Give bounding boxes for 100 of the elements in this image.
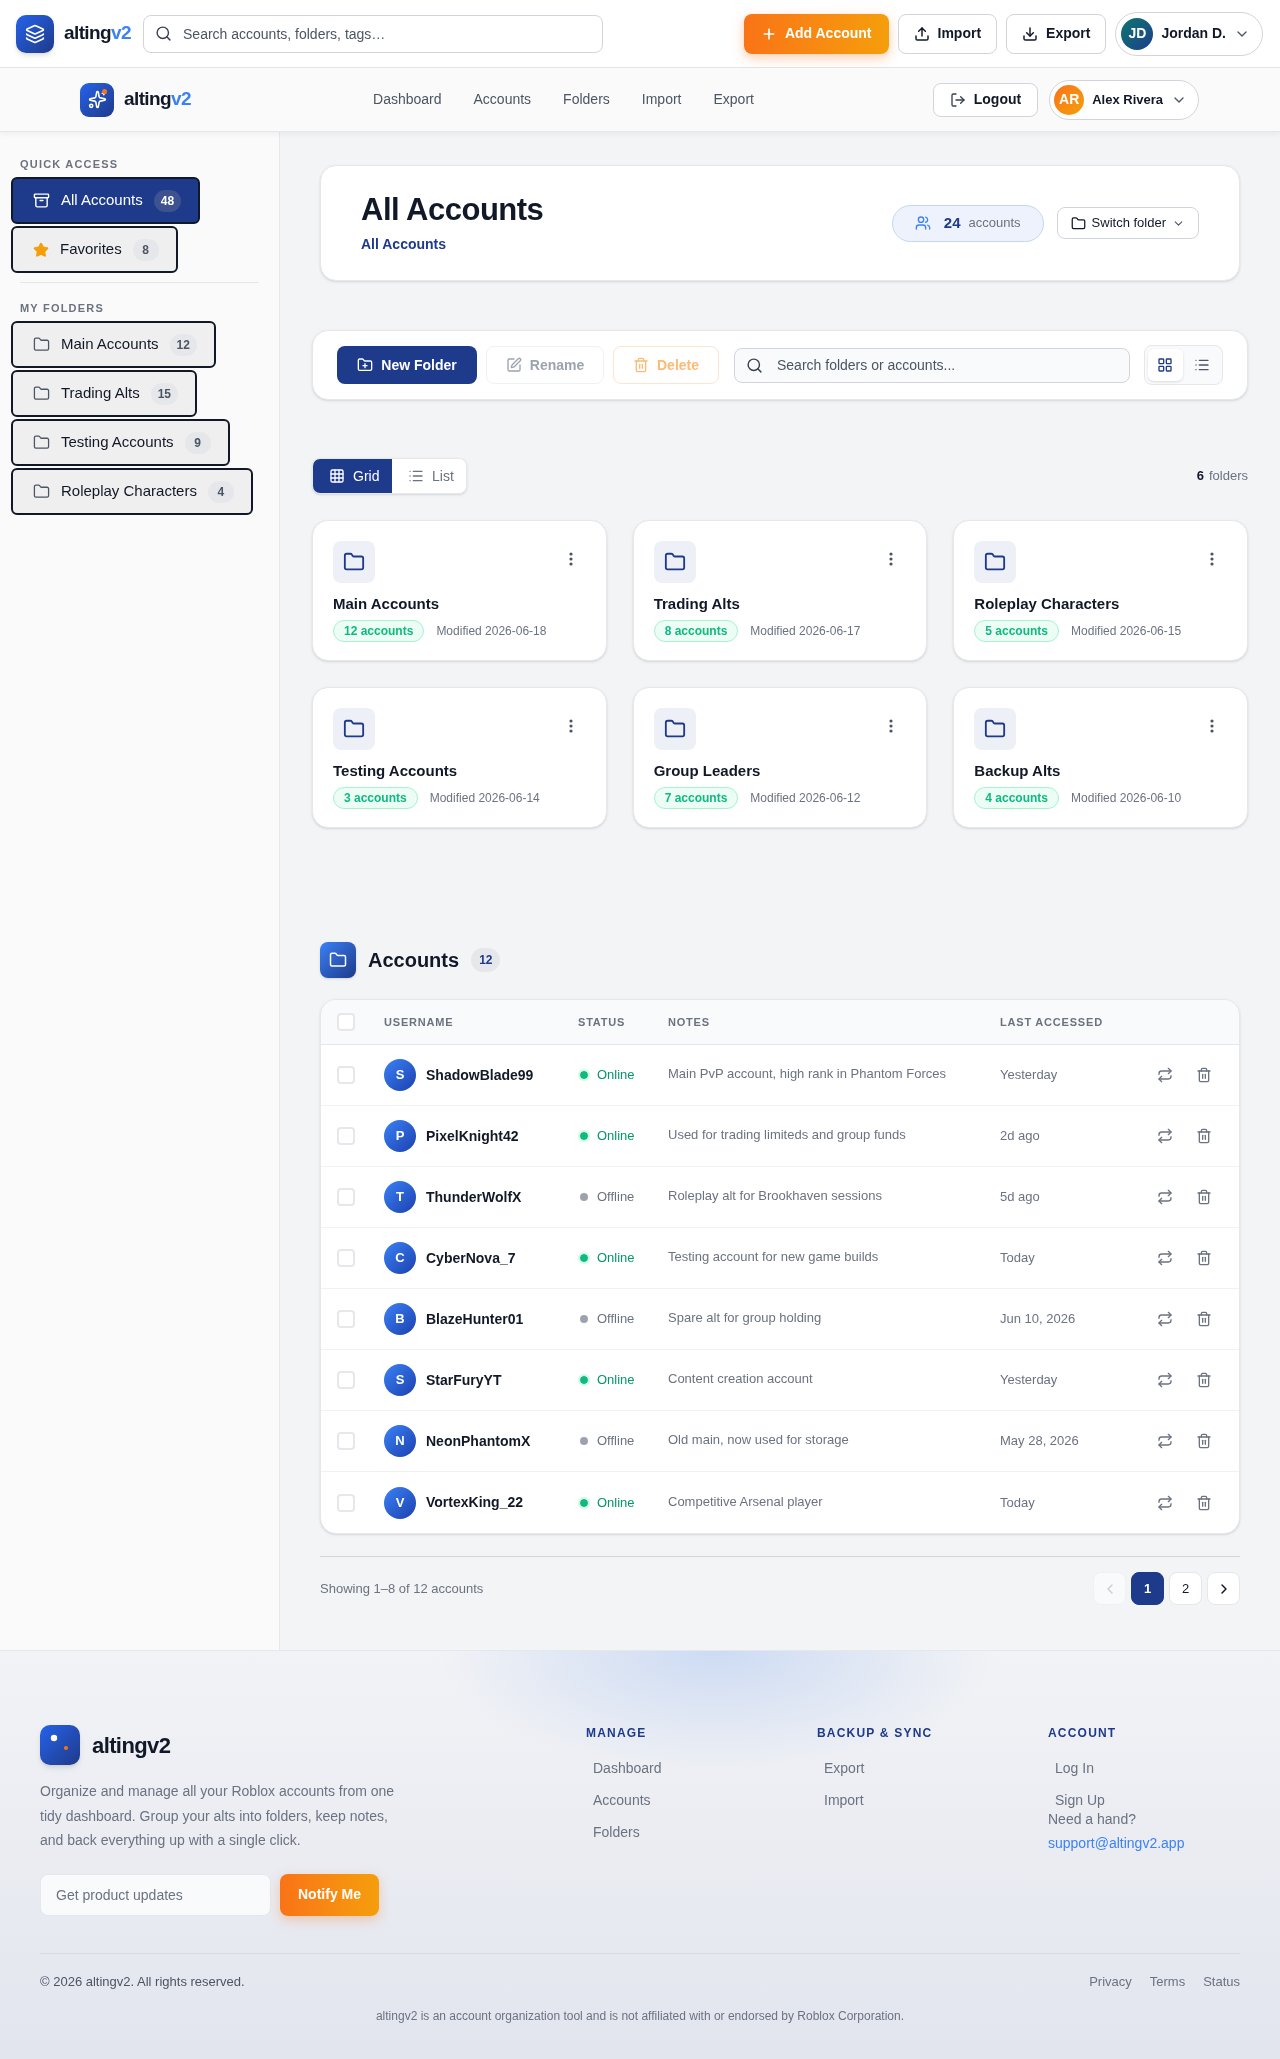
account-count: 24 bbox=[943, 212, 961, 233]
sidebar-item[interactable]: Main Accounts 12 bbox=[11, 321, 216, 368]
export-button[interactable]: Export bbox=[1006, 13, 1107, 54]
view-mode-tab[interactable]: List bbox=[392, 459, 466, 493]
folder-icon bbox=[333, 541, 375, 583]
footer-description: Organize and manage all your Roblox accounts from one tidy dashboard. Group your alts into folders, keep notes, and back everything up with a single click. bbox=[40, 1782, 396, 1850]
account-notes: Spare alt for group holding bbox=[668, 1309, 822, 1328]
footer-link[interactable]: Sign Up bbox=[1048, 1790, 1105, 1810]
column-header: NOTES bbox=[668, 1014, 710, 1030]
breadcrumb-link[interactable]: All Accounts bbox=[361, 234, 447, 254]
next-page-button[interactable] bbox=[1207, 1572, 1240, 1605]
modified-date: Modified 2026-06-10 bbox=[1071, 790, 1182, 807]
folder-icon bbox=[653, 541, 696, 583]
checkbox[interactable] bbox=[337, 1013, 355, 1031]
nav-link[interactable]: Import bbox=[625, 89, 698, 110]
grid-view-button[interactable] bbox=[1148, 349, 1183, 381]
account-notes: Content creation account bbox=[668, 1370, 813, 1389]
last-accessed-date: Yesterday bbox=[1000, 1066, 1058, 1085]
repeat-icon bbox=[1157, 1250, 1173, 1266]
folder-card[interactable]: Roleplay Characters 5 accounts Modified 2026-06-15 bbox=[953, 520, 1248, 661]
sidebar-item[interactable]: All Accounts 48 bbox=[11, 177, 201, 224]
checkbox[interactable] bbox=[337, 1310, 355, 1328]
sidebar-item[interactable]: Trading Alts 15 bbox=[11, 370, 197, 417]
modified-date: Modified 2026-06-12 bbox=[750, 790, 861, 807]
account-count-badge: 4 accounts bbox=[974, 787, 1060, 809]
nav-link[interactable]: Export bbox=[697, 89, 770, 110]
search-field[interactable]: Search accounts, folders, tags… bbox=[143, 14, 603, 53]
last-accessed-date: Today bbox=[1000, 1249, 1035, 1268]
folder-icon bbox=[1070, 215, 1086, 231]
folder-name: Testing Accounts bbox=[333, 761, 458, 781]
folder-card[interactable]: Main Accounts 12 accounts Modified 2026-06-18 bbox=[312, 520, 607, 661]
nav-link[interactable]: Accounts bbox=[457, 89, 548, 110]
folder-icon bbox=[33, 483, 50, 500]
checkbox[interactable] bbox=[337, 1432, 355, 1450]
user-avatar: T bbox=[384, 1181, 416, 1213]
page-button[interactable]: 2 bbox=[1169, 1572, 1202, 1605]
user-menu[interactable]: JD Jordan D. bbox=[1115, 11, 1263, 56]
folder-name: Roleplay Characters bbox=[974, 594, 1120, 614]
legal-link[interactable]: Privacy bbox=[1089, 1973, 1132, 1991]
status-label: Online bbox=[597, 1371, 635, 1390]
nav-link[interactable]: Dashboard bbox=[357, 89, 458, 110]
account-notes: Used for trading limiteds and group funds bbox=[668, 1126, 906, 1145]
section-heading: MY FOLDERS bbox=[19, 302, 105, 315]
checkbox[interactable] bbox=[337, 1371, 355, 1389]
folder-card[interactable]: Group Leaders 7 accounts Modified 2026-06-12 bbox=[632, 687, 928, 828]
folder-icon bbox=[320, 941, 356, 978]
repeat-icon bbox=[1157, 1311, 1173, 1327]
username: ThunderWolfX bbox=[426, 1187, 522, 1207]
checkbox[interactable] bbox=[337, 1493, 355, 1512]
sidebar-item[interactable]: Testing Accounts 9 bbox=[11, 419, 230, 466]
footer-link[interactable]: Folders bbox=[586, 1822, 640, 1842]
logout-icon bbox=[949, 91, 966, 108]
footer-link[interactable]: Dashboard bbox=[586, 1758, 662, 1778]
sidebar-item[interactable]: Favorites 8 bbox=[11, 226, 178, 273]
modified-date: Modified 2026-06-15 bbox=[1071, 623, 1182, 640]
import-button[interactable]: Import bbox=[897, 13, 998, 54]
footer-link[interactable]: Import bbox=[817, 1790, 864, 1810]
user-avatar: V bbox=[384, 1486, 416, 1519]
sidebar-item[interactable]: Roleplay Characters 4 bbox=[11, 468, 253, 515]
checkbox[interactable] bbox=[337, 1127, 355, 1145]
three-dots-icon bbox=[568, 719, 573, 733]
status-label: Online bbox=[597, 1493, 635, 1512]
legal-link[interactable]: Status bbox=[1203, 1973, 1240, 1991]
checkbox[interactable] bbox=[337, 1249, 355, 1267]
folder-card[interactable]: Trading Alts 8 accounts Modified 2026-06-17 bbox=[632, 520, 928, 661]
column-header: USERNAME bbox=[384, 1014, 454, 1030]
email-field[interactable]: Get product updates bbox=[40, 1873, 271, 1916]
list-icon bbox=[408, 468, 424, 484]
checkbox[interactable] bbox=[337, 1066, 355, 1084]
logout-button[interactable]: Logout bbox=[932, 82, 1039, 117]
three-dots-icon bbox=[889, 719, 894, 733]
search-field[interactable]: Search folders or accounts... bbox=[734, 347, 1130, 383]
user-avatar: C bbox=[384, 1242, 416, 1274]
three-dots-icon bbox=[1210, 719, 1214, 733]
last-accessed-date: 2d ago bbox=[1000, 1127, 1040, 1146]
user-avatar: N bbox=[384, 1425, 416, 1457]
count-badge: 12 bbox=[169, 333, 197, 356]
nav-link[interactable]: Folders bbox=[547, 89, 626, 110]
folder-icon bbox=[33, 336, 50, 353]
page-button[interactable]: 1 bbox=[1131, 1572, 1164, 1605]
column-header: STATUS bbox=[578, 1014, 626, 1030]
checkbox[interactable] bbox=[337, 1188, 355, 1206]
footer-link[interactable]: Accounts bbox=[586, 1790, 651, 1810]
folder-count-label: folders bbox=[1208, 467, 1248, 486]
help-text: Need a hand? bbox=[1048, 1810, 1136, 1828]
view-mode-tab[interactable]: Grid bbox=[313, 459, 392, 493]
folder-card[interactable]: Backup Alts 4 accounts Modified 2026-06-10 bbox=[953, 687, 1248, 828]
account-count-badge: 12 accounts bbox=[333, 620, 425, 642]
folder-card[interactable]: Testing Accounts 3 accounts Modified 2026-06-14 bbox=[312, 687, 607, 828]
new-folder-button[interactable]: New Folder bbox=[337, 346, 477, 384]
user-menu[interactable]: AR Alex Rivera bbox=[1049, 79, 1199, 120]
footer-link[interactable]: Log In bbox=[1048, 1758, 1094, 1778]
switch-folder-button[interactable]: Switch folder bbox=[1056, 207, 1199, 239]
legal-link[interactable]: Terms bbox=[1149, 1973, 1186, 1991]
logo-text: altingv2 bbox=[64, 21, 131, 46]
grid-icon bbox=[1157, 357, 1174, 373]
username: ShadowBlade99 bbox=[426, 1065, 534, 1085]
repeat-icon bbox=[1157, 1067, 1173, 1083]
username: CyberNova_7 bbox=[426, 1248, 516, 1268]
footer-link[interactable]: Export bbox=[817, 1758, 865, 1778]
